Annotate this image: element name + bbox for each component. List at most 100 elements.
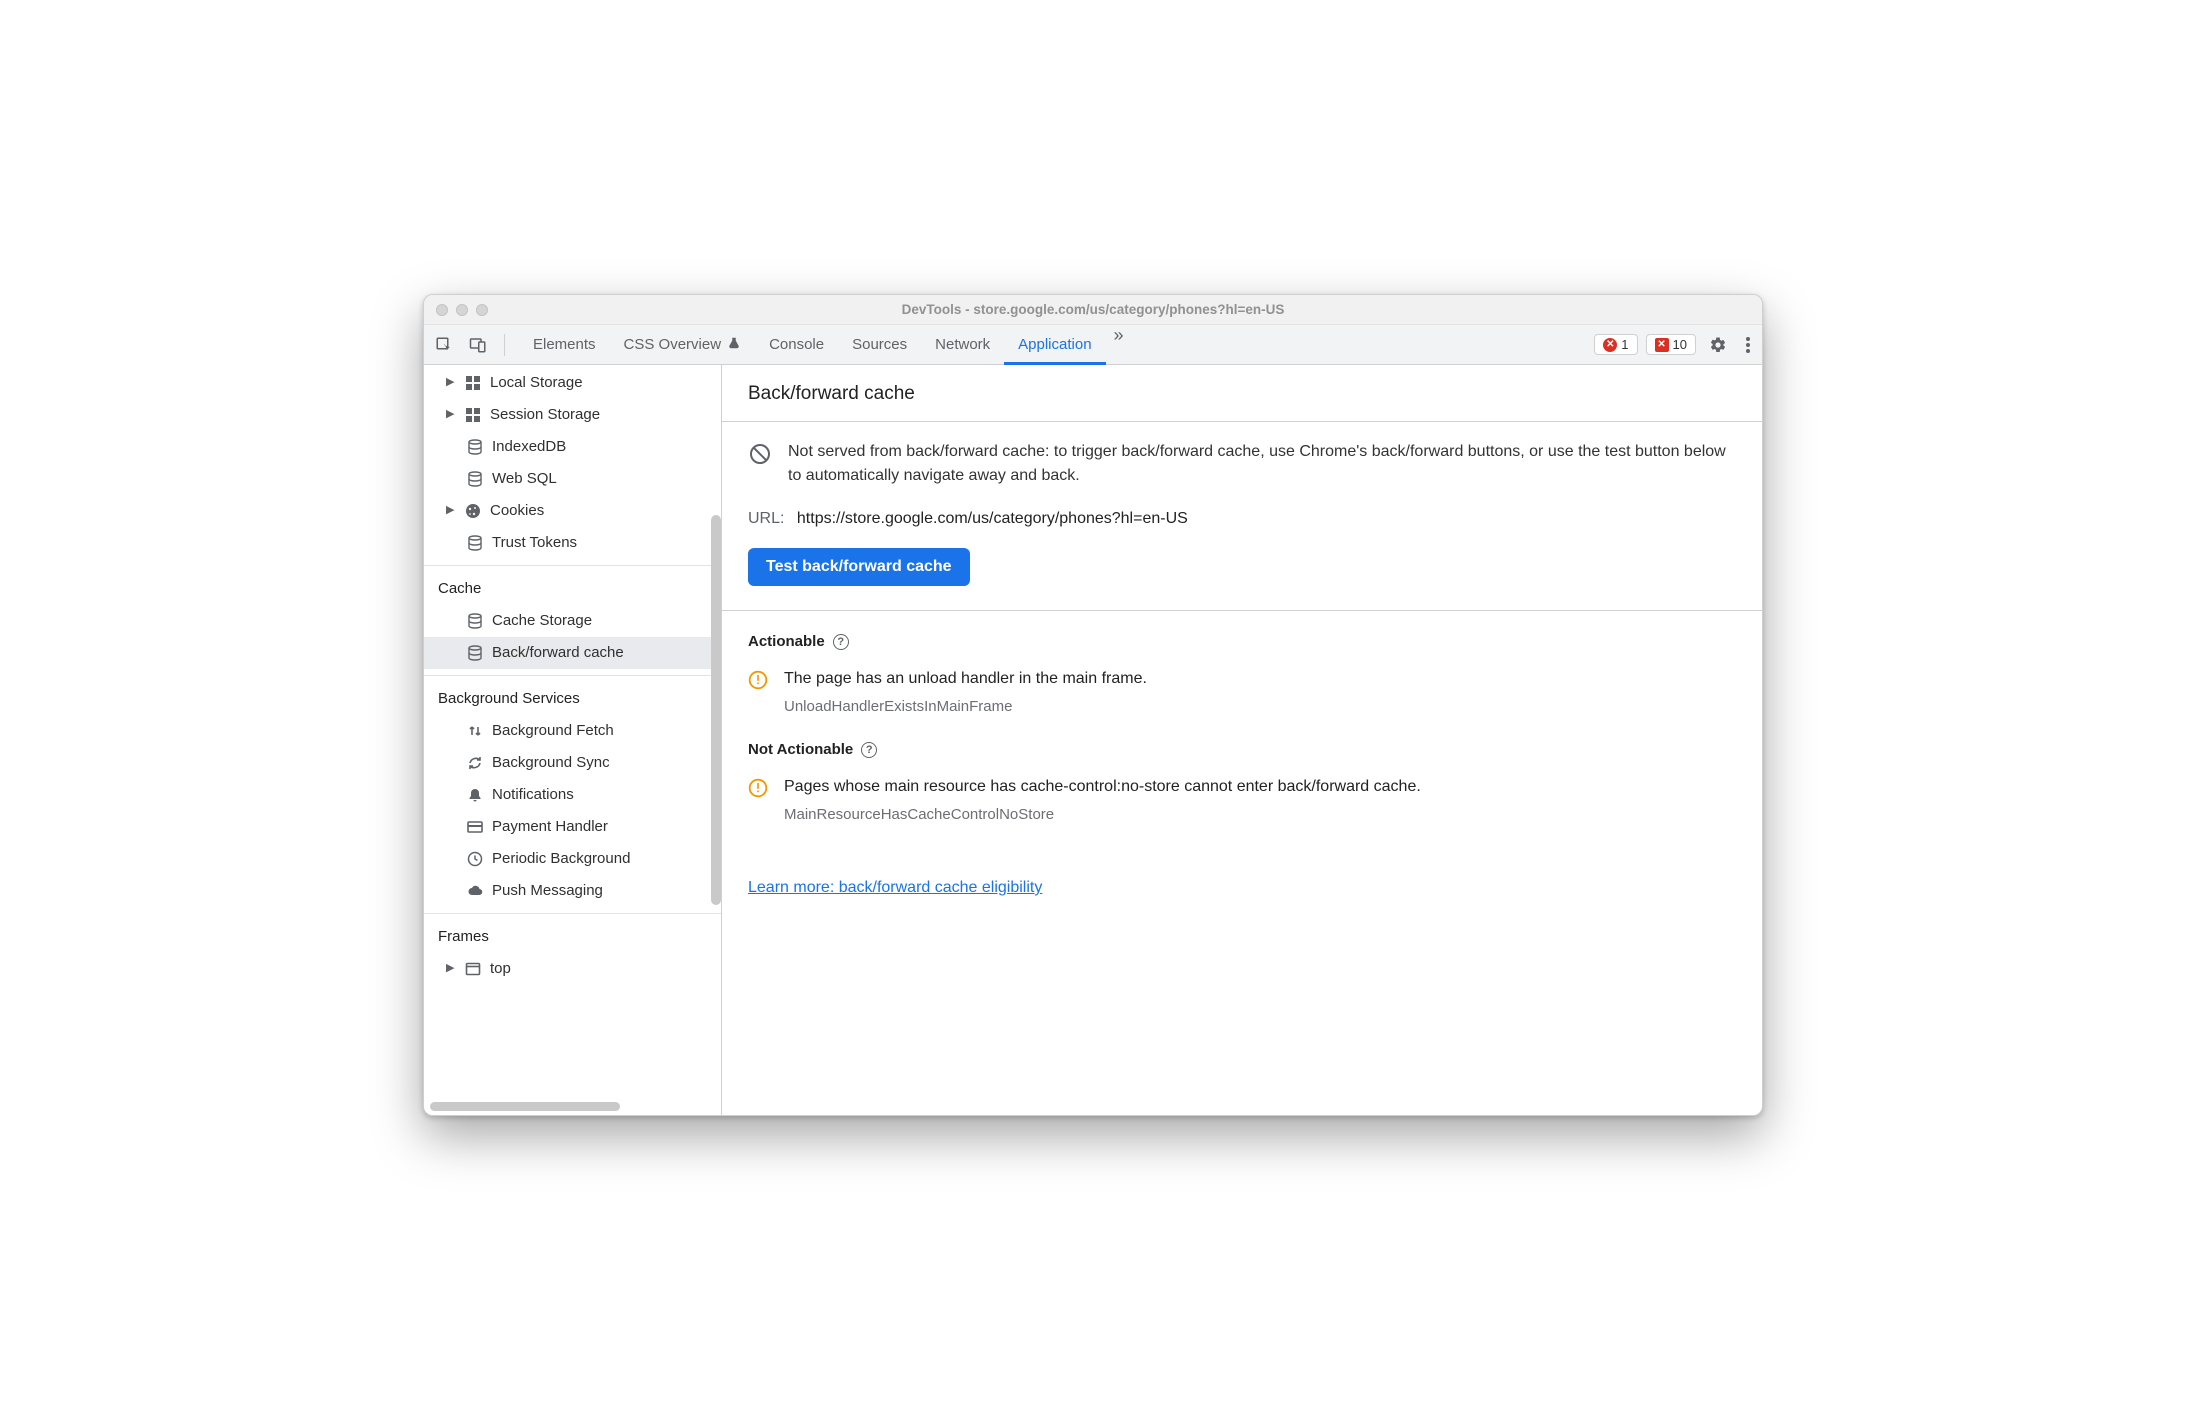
sidebar-section-background-services: Background Services <box>424 682 721 715</box>
titlebar: DevTools - store.google.com/us/category/… <box>424 295 1762 325</box>
tab-console[interactable]: Console <box>755 325 838 364</box>
tab-sources[interactable]: Sources <box>838 325 921 364</box>
group-label: Actionable <box>748 633 825 650</box>
error-icon: ✕ <box>1603 338 1617 352</box>
issue-item: Pages whose main resource has cache-cont… <box>748 778 1736 823</box>
zoom-window-button[interactable] <box>476 304 488 316</box>
sidebar-item-label: Trust Tokens <box>492 531 577 555</box>
sidebar-item-label: Session Storage <box>490 403 600 427</box>
device-toolbar-icon[interactable] <box>464 331 492 359</box>
group-actionable: Actionable ? <box>748 633 1736 650</box>
error-counter[interactable]: ✕ 1 <box>1594 334 1637 355</box>
error-count: 1 <box>1621 337 1628 352</box>
sidebar-item-label: Local Storage <box>490 371 583 395</box>
sidebar-item-label: IndexedDB <box>492 435 566 459</box>
url-row: URL: https://store.google.com/us/categor… <box>748 510 1736 528</box>
sidebar-vertical-scrollbar[interactable] <box>711 515 721 905</box>
flask-icon <box>727 336 741 354</box>
tab-label: CSS Overview <box>624 336 722 353</box>
sidebar-item-bfcache[interactable]: Back/forward cache <box>424 637 721 669</box>
sidebar-item-push-messaging[interactable]: Push Messaging <box>424 875 721 907</box>
sidebar-item-background-fetch[interactable]: Background Fetch <box>424 715 721 747</box>
learn-more-link[interactable]: Learn more: back/forward cache eligibili… <box>748 879 1042 897</box>
sidebar-item-label: Push Messaging <box>492 879 603 903</box>
sidebar-item-notifications[interactable]: Notifications <box>424 779 721 811</box>
window-title: DevTools - store.google.com/us/category/… <box>424 302 1762 317</box>
content-panel: Back/forward cache Not served from back/… <box>722 365 1762 1115</box>
database-icon <box>466 644 484 662</box>
tab-elements[interactable]: Elements <box>519 325 610 364</box>
close-window-button[interactable] <box>436 304 448 316</box>
devtools-window: DevTools - store.google.com/us/category/… <box>423 294 1763 1116</box>
tab-network[interactable]: Network <box>921 325 1004 364</box>
url-value: https://store.google.com/us/category/pho… <box>797 510 1188 527</box>
sidebar-item-session-storage[interactable]: ▶ Session Storage <box>424 399 721 431</box>
sidebar-item-periodic-background[interactable]: Periodic Background <box>424 843 721 875</box>
tab-css-overview[interactable]: CSS Overview <box>610 325 756 364</box>
page-title: Back/forward cache <box>722 365 1762 422</box>
sidebar-item-label: Background Fetch <box>492 719 614 743</box>
sidebar-section-cache: Cache <box>424 572 721 605</box>
test-bfcache-button[interactable]: Test back/forward cache <box>748 548 970 586</box>
minimize-window-button[interactable] <box>456 304 468 316</box>
database-icon <box>466 438 484 456</box>
bell-icon <box>466 786 484 804</box>
help-icon[interactable]: ? <box>833 634 849 650</box>
issue-code: UnloadHandlerExistsInMainFrame <box>784 698 1147 715</box>
sidebar-item-indexeddb[interactable]: IndexedDB <box>424 431 721 463</box>
url-label: URL: <box>748 510 784 527</box>
sidebar-item-cache-storage[interactable]: Cache Storage <box>424 605 721 637</box>
sidebar-item-label: Payment Handler <box>492 815 608 839</box>
group-not-actionable: Not Actionable ? <box>748 741 1736 758</box>
clock-icon <box>466 850 484 868</box>
storage-grid-icon <box>464 406 482 424</box>
main-toolbar: Elements CSS Overview Console Sources Ne… <box>424 325 1762 365</box>
main-split: ▶ Local Storage ▶ Session Storage Indexe… <box>424 365 1762 1115</box>
sidebar-item-trust-tokens[interactable]: Trust Tokens <box>424 527 721 559</box>
issue-count: 10 <box>1673 337 1687 352</box>
expand-icon: ▶ <box>446 960 456 978</box>
expand-icon: ▶ <box>446 374 456 392</box>
sidebar-item-label: Background Sync <box>492 751 610 775</box>
tab-application[interactable]: Application <box>1004 325 1105 364</box>
not-allowed-icon <box>748 442 772 466</box>
sidebar-item-label: Notifications <box>492 783 574 807</box>
expand-icon: ▶ <box>446 502 456 520</box>
tab-label: Application <box>1018 336 1091 353</box>
storage-grid-icon <box>464 374 482 392</box>
sidebar-item-payment-handler[interactable]: Payment Handler <box>424 811 721 843</box>
sidebar-item-local-storage[interactable]: ▶ Local Storage <box>424 367 721 399</box>
window-controls <box>436 304 488 316</box>
issue-counter[interactable]: ✕ 10 <box>1646 334 1696 355</box>
sidebar-item-cookies[interactable]: ▶ Cookies <box>424 495 721 527</box>
cookie-icon <box>464 502 482 520</box>
settings-icon[interactable] <box>1704 331 1732 359</box>
database-icon <box>466 470 484 488</box>
sidebar-item-background-sync[interactable]: Background Sync <box>424 747 721 779</box>
sidebar-separator <box>424 675 721 676</box>
sidebar-item-label: Periodic Background <box>492 847 630 871</box>
more-options-button[interactable] <box>1740 331 1756 359</box>
sidebar-horizontal-scrollbar[interactable] <box>430 1102 620 1111</box>
sidebar-item-label: Web SQL <box>492 467 557 491</box>
sidebar-item-frame-top[interactable]: ▶ top <box>424 953 721 985</box>
cloud-icon <box>466 882 484 900</box>
expand-icon: ▶ <box>446 406 456 424</box>
sidebar-item-label: top <box>490 957 511 981</box>
database-icon <box>466 534 484 552</box>
issue-code: MainResourceHasCacheControlNoStore <box>784 806 1421 823</box>
inspect-element-icon[interactable] <box>430 331 458 359</box>
issue-text: Pages whose main resource has cache-cont… <box>784 778 1421 796</box>
credit-card-icon <box>466 818 484 836</box>
group-label: Not Actionable <box>748 741 853 758</box>
sidebar-separator <box>424 565 721 566</box>
sidebar-separator <box>424 913 721 914</box>
help-icon[interactable]: ? <box>861 742 877 758</box>
sidebar-section-frames: Frames <box>424 920 721 953</box>
issue-text: The page has an unload handler in the ma… <box>784 670 1147 688</box>
more-tabs-button[interactable]: » <box>1106 325 1132 364</box>
sync-icon <box>466 754 484 772</box>
issue-icon: ✕ <box>1655 338 1669 352</box>
issue-item: The page has an unload handler in the ma… <box>748 670 1736 715</box>
sidebar-item-web-sql[interactable]: Web SQL <box>424 463 721 495</box>
